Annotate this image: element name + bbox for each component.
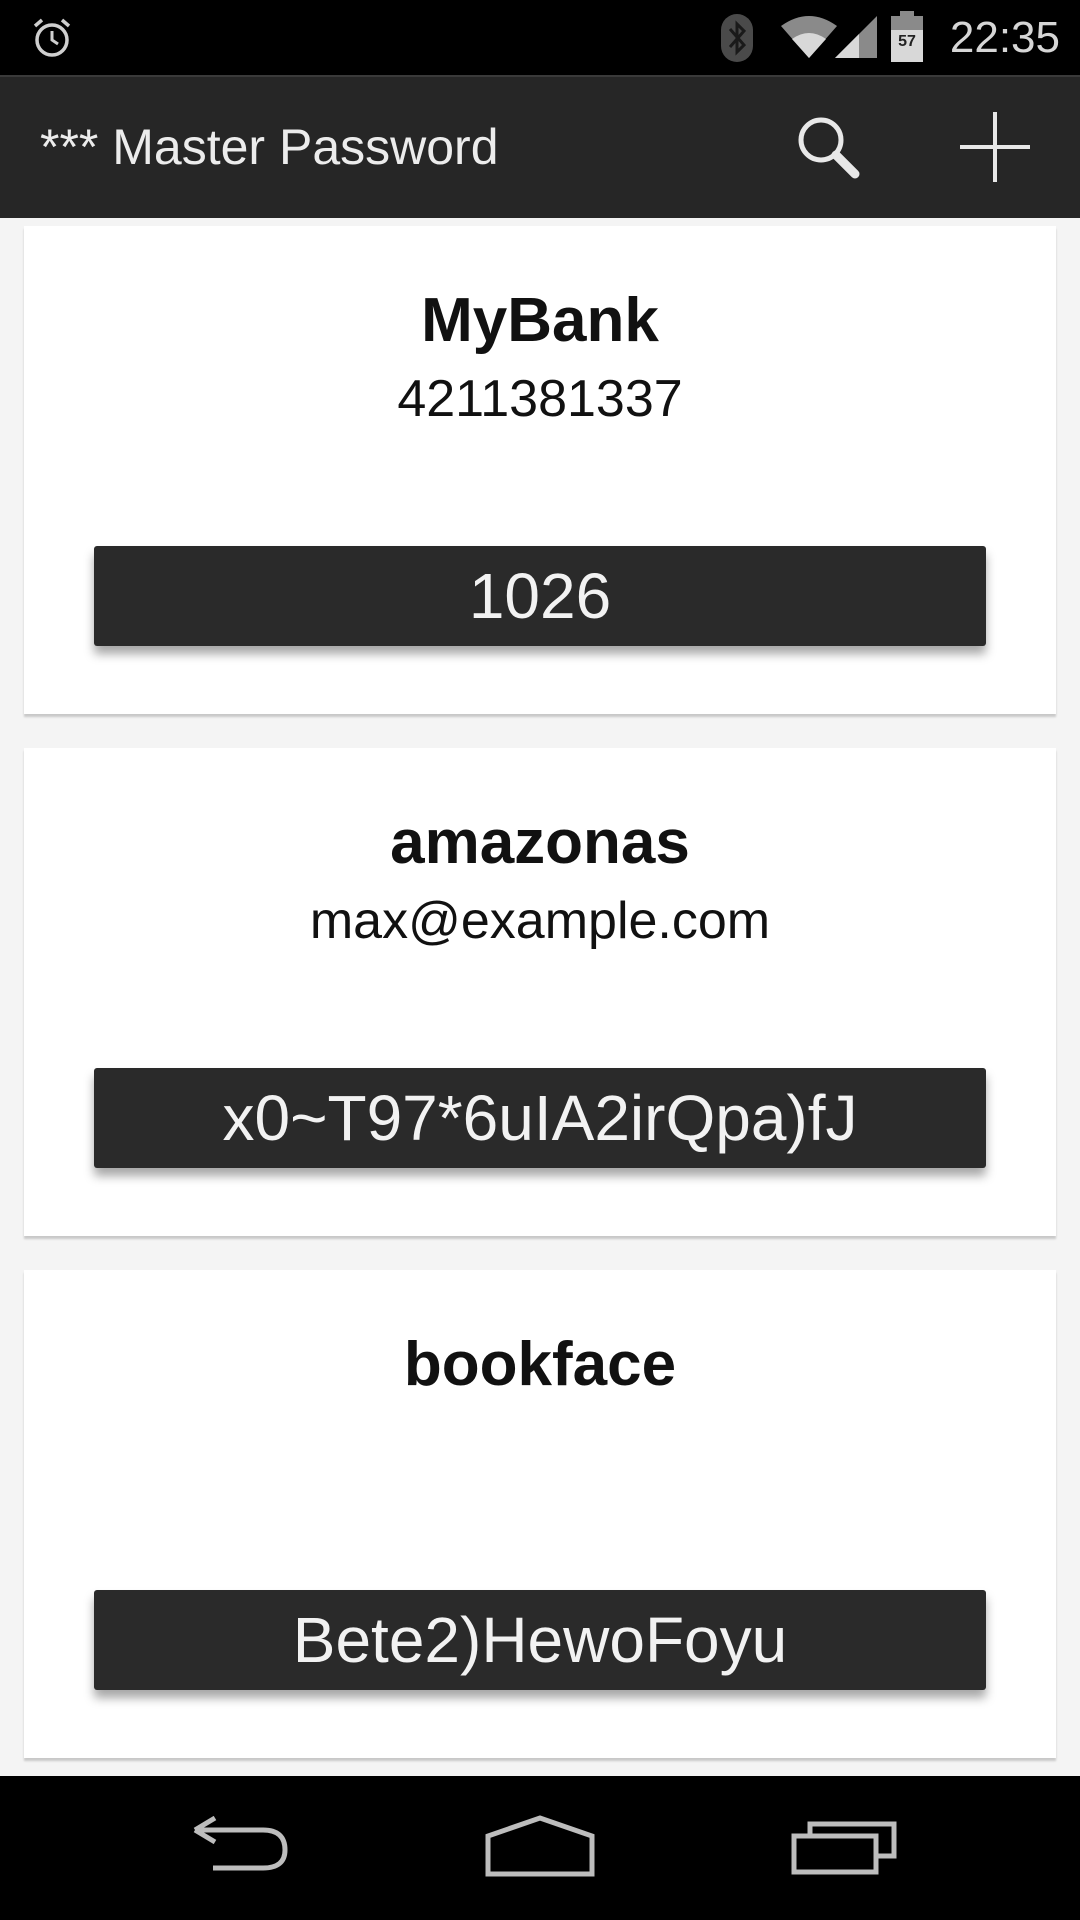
wifi-icon	[780, 14, 838, 65]
recent-apps-icon	[790, 1816, 900, 1881]
back-icon	[185, 1815, 295, 1881]
site-name: MyBank	[421, 286, 659, 355]
app-title: *** Master Password	[40, 119, 499, 175]
password-button[interactable]: 1026	[94, 546, 986, 646]
recent-apps-button[interactable]	[775, 1806, 915, 1890]
search-icon	[793, 112, 863, 187]
add-icon	[958, 110, 1032, 189]
site-card-amazonas[interactable]: amazonas max@example.com x0~T97*6uIA2irQ…	[24, 748, 1056, 1236]
status-clock: 22:35	[949, 13, 1060, 62]
site-login: max@example.com	[309, 892, 771, 950]
search-button[interactable]	[780, 105, 876, 193]
site-card-bookface[interactable]: bookface Bete2)HewoFoyu	[24, 1270, 1056, 1758]
site-card-mybank[interactable]: MyBank 4211381337 1026	[24, 226, 1056, 714]
action-bar: *** Master Password	[0, 75, 1080, 218]
site-name: amazonas	[390, 808, 690, 877]
site-name: bookface	[403, 1330, 677, 1399]
home-icon	[484, 1814, 596, 1883]
bluetooth-icon	[720, 13, 754, 68]
password-button[interactable]: Bete2)HewoFoyu	[94, 1590, 986, 1690]
cell-signal-icon	[833, 14, 879, 65]
password-button[interactable]: x0~T97*6uIA2irQpa)fJ	[94, 1068, 986, 1168]
home-button[interactable]	[470, 1806, 610, 1890]
add-site-button[interactable]	[945, 105, 1045, 193]
battery-icon: 57	[890, 10, 924, 69]
site-login: 4211381337	[397, 370, 683, 428]
svg-text:57: 57	[898, 33, 916, 50]
back-button[interactable]	[170, 1806, 310, 1890]
status-bar: 57 22:35	[0, 0, 1080, 75]
site-list[interactable]: MyBank 4211381337 1026 amazonas max@exam…	[0, 218, 1080, 1776]
navigation-bar	[0, 1776, 1080, 1920]
alarm-icon	[30, 16, 74, 65]
